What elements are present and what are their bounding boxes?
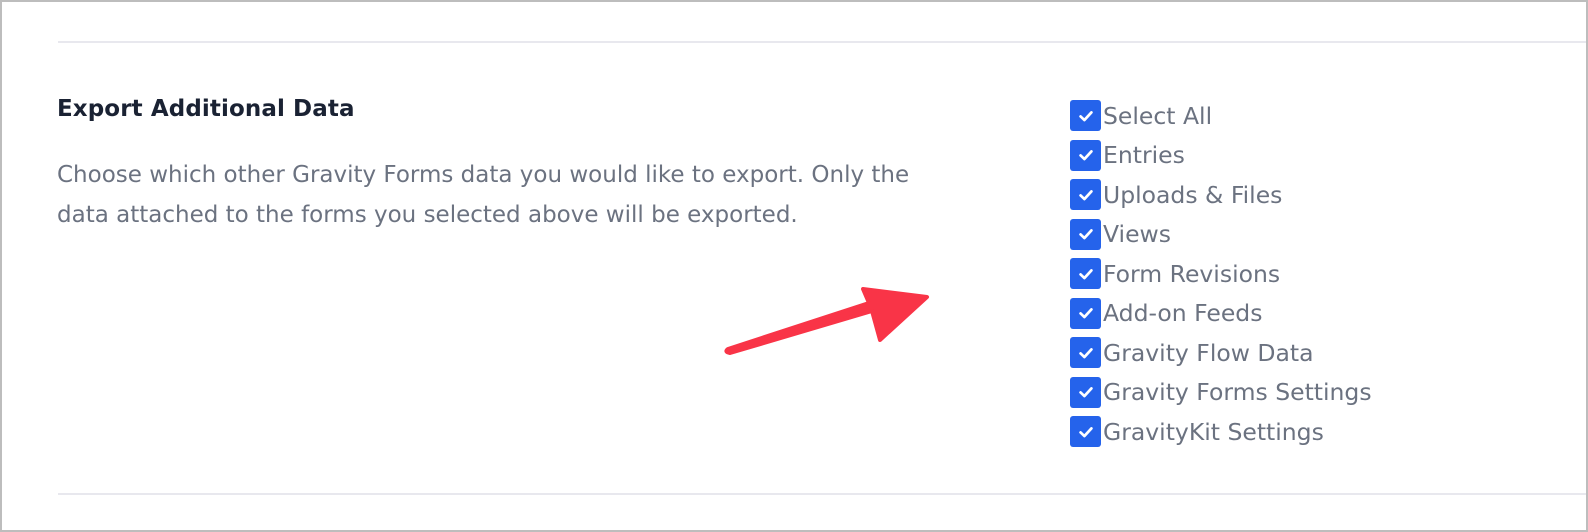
- checkbox[interactable]: [1070, 416, 1101, 448]
- checkbox[interactable]: [1070, 100, 1101, 132]
- section-description: Choose which other Gravity Forms data yo…: [57, 162, 910, 228]
- panel-frame: Export Additional Data Choose which othe…: [0, 0, 1588, 532]
- option-uploads-files[interactable]: Uploads & Files: [1070, 175, 1372, 215]
- check-icon: [1078, 387, 1093, 398]
- check-icon: [1078, 308, 1093, 319]
- bottom-divider: [58, 493, 1586, 495]
- checkbox[interactable]: [1070, 337, 1101, 369]
- option-select-all[interactable]: Select All: [1070, 96, 1372, 136]
- section-title: Export Additional Data: [57, 96, 355, 122]
- check-icon: [1078, 110, 1093, 122]
- option-entries[interactable]: Entries: [1070, 136, 1372, 176]
- option-label: Uploads & Files: [1103, 180, 1283, 209]
- option-form-revisions[interactable]: Form Revisions: [1070, 254, 1372, 294]
- checkbox[interactable]: [1070, 179, 1101, 211]
- option-gravity-flow-data[interactable]: Gravity Flow Data: [1070, 333, 1372, 373]
- option-label: Gravity Flow Data: [1103, 338, 1314, 367]
- check-icon: [1078, 347, 1093, 359]
- option-gravity-forms-settings[interactable]: Gravity Forms Settings: [1070, 373, 1372, 413]
- option-label: Add-on Feeds: [1103, 299, 1263, 328]
- check-icon: [1078, 229, 1093, 240]
- checkbox[interactable]: [1070, 297, 1101, 329]
- check-icon: [1078, 150, 1093, 161]
- check-icon: [1078, 426, 1093, 438]
- checkbox[interactable]: [1070, 139, 1101, 171]
- checkbox[interactable]: [1070, 376, 1101, 408]
- option-views[interactable]: Views: [1070, 215, 1372, 255]
- option-label: GravityKit Settings: [1103, 417, 1324, 446]
- check-icon: [1078, 189, 1093, 201]
- check-icon: [1078, 268, 1093, 280]
- option-label: Views: [1103, 220, 1172, 249]
- option-label: Gravity Forms Settings: [1103, 378, 1372, 407]
- option-label: Form Revisions: [1103, 259, 1281, 288]
- checkbox[interactable]: [1070, 258, 1101, 290]
- export-options-list: Select All Entries Uploads & Files Views…: [1070, 96, 1372, 452]
- top-divider: [58, 41, 1586, 43]
- option-label: Entries: [1103, 141, 1185, 170]
- checkbox[interactable]: [1070, 218, 1101, 250]
- option-gravitykit-settings[interactable]: GravityKit Settings: [1070, 412, 1372, 452]
- option-label: Select All: [1103, 101, 1213, 130]
- option-addon-feeds[interactable]: Add-on Feeds: [1070, 294, 1372, 334]
